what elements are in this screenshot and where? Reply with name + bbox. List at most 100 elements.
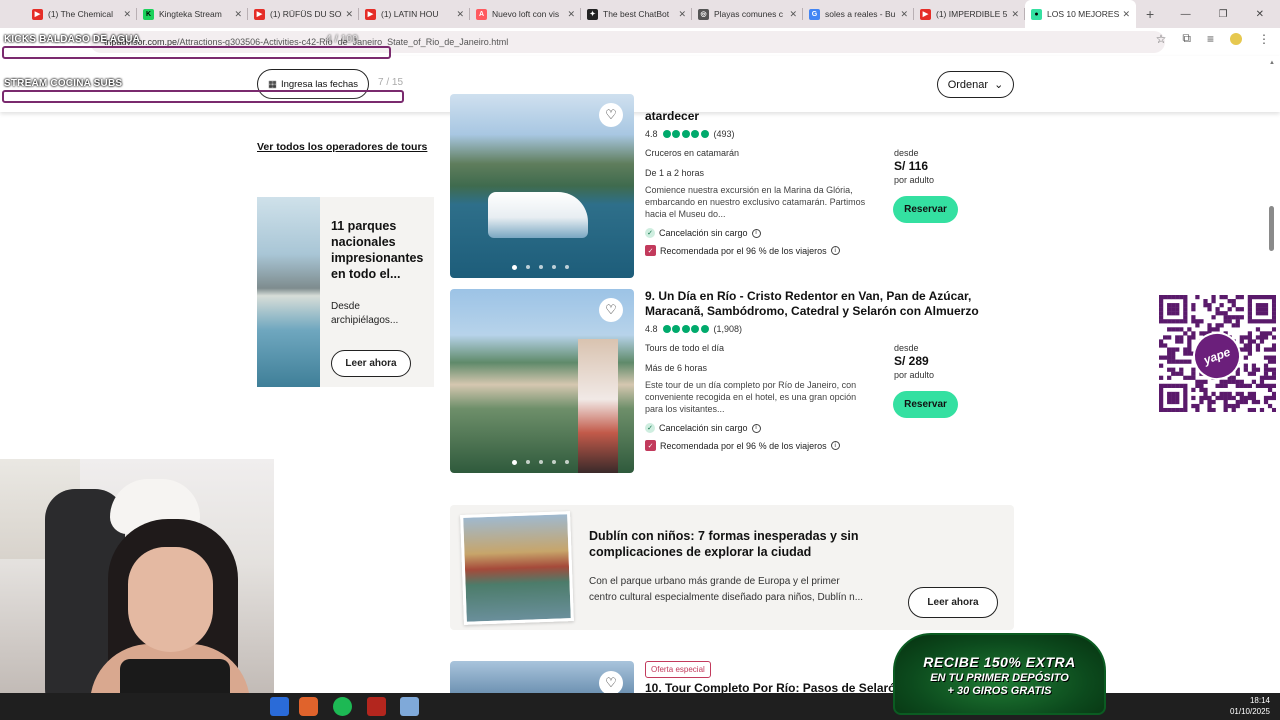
- qr-module: [1191, 375, 1196, 380]
- qr-module: [1199, 379, 1204, 384]
- info-icon[interactable]: i: [830, 441, 840, 450]
- maximize-icon[interactable]: ❐: [1219, 9, 1228, 20]
- browser-tab[interactable]: ◎ Playas comunes c ✕: [692, 0, 803, 28]
- taskbar-app-icon[interactable]: [270, 697, 289, 716]
- qr-module: [1223, 395, 1228, 401]
- photo-carousel-dots[interactable]: [512, 265, 569, 270]
- browser-tab[interactable]: ▶ (1) LATIN HOU ✕: [359, 0, 470, 28]
- reserve-button[interactable]: Reservar: [893, 196, 958, 223]
- browser-tab[interactable]: ▶ (1) The Chemical ✕: [26, 0, 137, 28]
- close-tab-icon[interactable]: ✕: [678, 9, 686, 20]
- listing-photo[interactable]: ♡: [450, 94, 634, 278]
- photo-carousel-dots[interactable]: [512, 460, 569, 465]
- qr-module: [1263, 375, 1269, 380]
- qr-module: [1239, 307, 1244, 312]
- qr-module: [1175, 383, 1180, 388]
- qr-module: [1271, 367, 1276, 372]
- qr-module: [1271, 355, 1276, 360]
- info-icon[interactable]: i: [830, 246, 840, 255]
- qr-module: [1243, 343, 1248, 348]
- save-heart-icon[interactable]: ♡: [599, 298, 623, 322]
- profile-avatar[interactable]: [1230, 32, 1242, 45]
- menu-kebab-icon[interactable]: ⋮: [1258, 32, 1270, 46]
- close-tab-icon[interactable]: ✕: [1122, 9, 1130, 20]
- qr-module: [1259, 319, 1265, 324]
- qr-module: [1247, 383, 1252, 388]
- qr-module: [1175, 327, 1180, 332]
- qr-module: [1163, 355, 1168, 360]
- article-banner[interactable]: Dublín con niños: 7 formas inesperadas y…: [450, 505, 1014, 630]
- qr-module: [1215, 311, 1220, 316]
- scroll-up-arrow-icon[interactable]: ▲: [1269, 60, 1275, 66]
- qr-module: [1251, 319, 1257, 324]
- qr-module: [1175, 395, 1180, 401]
- reading-list-icon[interactable]: ≡: [1207, 32, 1214, 46]
- stream-goal-bar-fill: [6, 50, 32, 54]
- save-heart-icon[interactable]: ♡: [599, 103, 623, 127]
- spotify-icon[interactable]: [333, 697, 352, 716]
- qr-module: [1183, 331, 1188, 336]
- listing-card[interactable]: ♡ 9. Un Día en Río - Cristo Redentor en …: [450, 289, 1014, 473]
- browser-tab-active[interactable]: ● LOS 10 MEJORES ✕: [1025, 0, 1136, 28]
- qr-module: [1175, 311, 1180, 316]
- read-now-button[interactable]: Leer ahora: [331, 350, 411, 377]
- close-tab-icon[interactable]: ✕: [456, 9, 464, 20]
- close-tab-icon[interactable]: ✕: [1011, 9, 1019, 20]
- extensions-icon[interactable]: ⧉: [1182, 31, 1191, 46]
- rating-bubbles-icon: [662, 325, 709, 333]
- listing-rating: 4.8 (1,908): [645, 324, 743, 334]
- qr-module: [1251, 395, 1257, 401]
- article-promo-card[interactable]: 11 parques nacionales impresionantes en …: [257, 197, 434, 387]
- listing-photo[interactable]: ♡: [450, 289, 634, 473]
- qr-module: [1159, 395, 1164, 401]
- save-heart-icon[interactable]: ♡: [599, 671, 623, 695]
- qr-module: [1235, 315, 1240, 320]
- qr-module: [1223, 311, 1228, 316]
- reserve-button[interactable]: Reservar: [893, 391, 958, 418]
- stream-goal-bar: [2, 46, 391, 59]
- listing-card[interactable]: ♡ atardecer 4.8 (493) Cruceros en catamar…: [450, 94, 1014, 278]
- new-tab-button[interactable]: +: [1146, 6, 1154, 22]
- browser-tab[interactable]: A Nuevo loft con vis ✕: [470, 0, 581, 28]
- minimize-icon[interactable]: —: [1181, 9, 1191, 20]
- qr-module: [1255, 343, 1261, 348]
- taskbar-game-icon[interactable]: [367, 697, 386, 716]
- youtube-icon: ▶: [254, 8, 265, 20]
- bookmark-star-icon[interactable]: ☆: [1156, 32, 1167, 46]
- qr-module: [1247, 343, 1252, 348]
- qr-module: [1207, 403, 1212, 409]
- qr-module: [1243, 335, 1248, 340]
- browser-tab[interactable]: ✦ The best ChatBot ✕: [581, 0, 692, 28]
- calculator-icon[interactable]: [400, 697, 419, 716]
- qr-module: [1163, 319, 1168, 324]
- close-tab-icon[interactable]: ✕: [123, 9, 131, 20]
- qr-module: [1167, 307, 1172, 312]
- qr-module: [1183, 299, 1188, 304]
- browser-tab[interactable]: Gsoles a reales - Bu ✕: [803, 0, 914, 28]
- scrollbar-thumb[interactable]: [1269, 206, 1274, 251]
- close-tab-icon[interactable]: ✕: [789, 9, 797, 20]
- close-tab-icon[interactable]: ✕: [345, 9, 353, 20]
- qr-module: [1239, 383, 1244, 388]
- close-tab-icon[interactable]: ✕: [234, 9, 242, 20]
- article-title[interactable]: Dublín con niños: 7 formas inesperadas y…: [589, 528, 889, 560]
- info-icon[interactable]: i: [751, 423, 761, 433]
- browser-tab[interactable]: ▶ (1) RÜFÜS DU SOL ✕: [248, 0, 359, 28]
- close-tab-icon[interactable]: ✕: [900, 9, 908, 20]
- see-all-operators-link[interactable]: Ver todos los operadores de tours: [257, 141, 427, 153]
- info-icon[interactable]: i: [751, 228, 761, 238]
- qr-module: [1259, 307, 1265, 312]
- taskbar-obs-icon[interactable]: [299, 697, 318, 716]
- qr-module: [1211, 407, 1216, 412]
- listing-title[interactable]: 9. Un Día en Río - Cristo Redentor en Va…: [645, 289, 1015, 319]
- browser-tab[interactable]: K Kingteka Stream ✕: [137, 0, 248, 28]
- system-clock[interactable]: 18:14 01/10/2025: [1230, 695, 1270, 717]
- listing-title[interactable]: atardecer: [645, 109, 1015, 124]
- close-tab-icon[interactable]: ✕: [567, 9, 575, 20]
- close-window-icon[interactable]: ✕: [1256, 9, 1264, 20]
- qr-module: [1207, 407, 1212, 412]
- qr-module: [1271, 303, 1276, 308]
- read-now-button[interactable]: Leer ahora: [908, 587, 998, 618]
- listing-photo[interactable]: ♡: [450, 661, 634, 695]
- browser-tab[interactable]: ▶ (1) IMPERDIBLE 5 ✕: [914, 0, 1025, 28]
